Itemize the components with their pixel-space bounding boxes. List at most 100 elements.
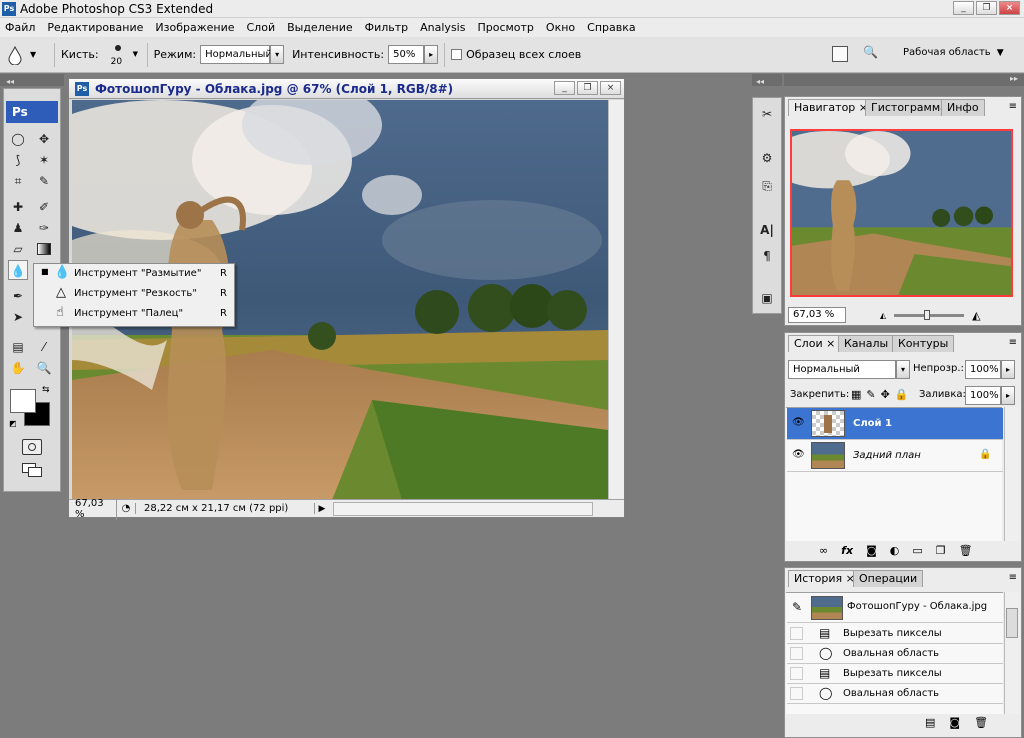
eye-icon[interactable]: 👁 <box>792 417 806 428</box>
history-state[interactable]: ◯ Овальная область <box>787 644 1003 664</box>
zoom-slider[interactable] <box>894 309 965 320</box>
history-source-box[interactable] <box>790 667 803 680</box>
lasso-icon[interactable]: ⟆ <box>8 150 28 170</box>
history-brush-source-icon[interactable]: ✎ <box>792 600 802 614</box>
quick-mask-icon[interactable] <box>22 439 42 455</box>
swap-colors-icon[interactable]: ⇆ <box>42 385 50 395</box>
tab-navigator[interactable]: Навигатор × <box>788 99 875 116</box>
screen-mode-icon[interactable] <box>22 463 44 479</box>
trash-icon[interactable]: 🗑 <box>959 544 973 557</box>
workspace-menu[interactable]: Рабочая область ▼ <box>903 47 1004 58</box>
restore-icon[interactable]: ❐ <box>577 81 598 95</box>
layer-mask-icon[interactable]: ◙ <box>866 544 877 557</box>
link-layers-icon[interactable]: ∞ <box>819 544 828 557</box>
navigator-zoom-input[interactable]: 67,03 % <box>788 307 846 323</box>
opacity-input[interactable]: 100% ▸ <box>965 360 1015 379</box>
menu-file[interactable]: Файл <box>5 21 35 34</box>
intensity-input[interactable]: 50% ▸ <box>388 45 439 64</box>
bridge-icon[interactable]: 🔍 <box>863 45 885 63</box>
brushes-icon[interactable]: ⚙ <box>757 148 777 168</box>
zoom-readout[interactable]: 67,03 % <box>69 497 117 520</box>
document-title-bar[interactable]: Ps ФотошопГуру - Облака.jpg @ 67% (Слой … <box>69 79 624 99</box>
path-selection-icon[interactable]: ➤ <box>8 307 28 327</box>
history-state[interactable]: ▤ Вырезать пикселы <box>787 664 1003 684</box>
flyout-item-sharpen[interactable]: △ Инструмент "Резкость" R <box>34 284 234 303</box>
healing-brush-icon[interactable]: ✚ <box>8 197 28 217</box>
history-source-box[interactable] <box>790 627 803 640</box>
zoom-in-icon[interactable]: ◭ <box>972 309 980 322</box>
snapshot-camera-icon[interactable]: ◙ <box>949 716 960 729</box>
minimize-icon[interactable]: _ <box>554 81 575 95</box>
gradient-icon[interactable] <box>34 239 54 259</box>
status-menu-icon[interactable]: ◔ <box>117 503 135 514</box>
move-tool-icon[interactable]: ✥ <box>34 129 54 149</box>
eye-icon[interactable]: 👁 <box>792 449 806 460</box>
adjustment-layer-icon[interactable]: ◐ <box>890 544 900 557</box>
eraser-icon[interactable]: ▱ <box>8 239 28 259</box>
new-layer-icon[interactable]: ❐ <box>936 544 946 557</box>
slice-icon[interactable]: ✎ <box>34 171 54 191</box>
menu-filter[interactable]: Фильтр <box>365 21 409 34</box>
panel-menu-icon[interactable]: ≡ <box>1009 101 1017 112</box>
crop-icon[interactable]: ⌗ <box>8 171 28 191</box>
tab-actions[interactable]: Операции <box>853 570 924 587</box>
eyedropper-icon[interactable]: ⁄ <box>34 337 54 357</box>
brush-picker[interactable]: 20 ▼ <box>103 40 141 70</box>
mode-select[interactable]: Нормальный ▾ <box>200 45 285 64</box>
fx-icon[interactable]: fx <box>841 544 853 557</box>
panel-menu-icon[interactable]: ≡ <box>1009 337 1017 348</box>
vertical-scrollbar[interactable] <box>608 100 624 499</box>
close-tab-icon[interactable]: × <box>826 337 835 350</box>
zoom-icon[interactable]: 🔍 <box>34 358 54 378</box>
zoom-out-icon[interactable]: ◭ <box>880 311 886 320</box>
layer-comps-icon[interactable]: ▣ <box>757 288 777 308</box>
tool-preset-picker[interactable]: ▼ <box>6 45 48 65</box>
tab-channels[interactable]: Каналы <box>838 335 895 352</box>
brush-icon[interactable]: ✐ <box>34 197 54 217</box>
panel-menu-icon[interactable]: ≡ <box>1009 572 1017 583</box>
collapse-icon[interactable]: ◂◂ <box>6 77 14 86</box>
layer-row-selected[interactable]: 👁 Слой 1 <box>787 408 1003 440</box>
marquee-ellipse-icon[interactable]: ◯ <box>8 129 28 149</box>
history-source-box[interactable] <box>790 687 803 700</box>
menu-window[interactable]: Окно <box>546 21 575 34</box>
tab-paths[interactable]: Контуры <box>892 335 955 352</box>
horizontal-scrollbar[interactable] <box>333 501 593 516</box>
navigator-preview[interactable] <box>790 129 1013 297</box>
palette-well-icon[interactable] <box>832 46 848 62</box>
sample-all-layers-checkbox[interactable]: Образец всех слоев <box>451 48 581 61</box>
history-source-box[interactable] <box>790 647 803 660</box>
lock-image-icon[interactable]: ✎ <box>866 388 875 401</box>
menu-select[interactable]: Выделение <box>287 21 353 34</box>
notes-icon[interactable]: ▤ <box>8 337 28 357</box>
minimize-icon[interactable]: _ <box>953 1 974 15</box>
menu-help[interactable]: Справка <box>587 21 635 34</box>
menu-edit[interactable]: Редактирование <box>47 21 143 34</box>
tab-info[interactable]: Инфо <box>941 99 985 116</box>
tab-history[interactable]: История × <box>788 570 861 587</box>
blend-mode-select[interactable]: Нормальный ▾ <box>788 360 910 379</box>
layers-scrollbar[interactable] <box>1004 407 1020 541</box>
history-state[interactable]: ◯ Овальная область <box>787 684 1003 704</box>
menu-analysis[interactable]: Analysis <box>420 21 465 34</box>
menu-layer[interactable]: Слой <box>247 21 276 34</box>
lock-transparency-icon[interactable]: ▦ <box>851 388 861 401</box>
character-icon[interactable]: A| <box>757 220 777 240</box>
foreground-color-swatch-top[interactable] <box>10 389 36 413</box>
flyout-item-blur[interactable]: ■ 💧 Инструмент "Размытие" R <box>34 264 234 283</box>
lock-position-icon[interactable]: ✥ <box>881 388 890 401</box>
fill-input[interactable]: 100% ▸ <box>965 386 1015 405</box>
tab-histogram[interactable]: Гистограмма <box>865 99 953 116</box>
close-icon[interactable]: × <box>999 1 1020 15</box>
blur-tool-icon[interactable]: 💧 <box>8 260 28 280</box>
flyout-item-smudge[interactable]: ☝ Инструмент "Палец" R <box>34 304 234 323</box>
layer-row[interactable]: 👁 Задний план 🔒 <box>787 440 1003 472</box>
hand-icon[interactable]: ✋ <box>8 358 28 378</box>
tools-preset-icon[interactable]: ✂ <box>757 104 777 124</box>
restore-icon[interactable]: ❐ <box>976 1 997 15</box>
default-colors-icon[interactable]: ◩ <box>9 419 17 428</box>
trash-icon[interactable]: 🗑 <box>974 716 988 729</box>
history-snapshot[interactable]: ✎ ФотошопГуру - Облака.jpg <box>787 593 1003 623</box>
clone-stamp-icon[interactable]: ♟ <box>8 218 28 238</box>
lock-all-icon[interactable]: 🔒 <box>895 388 909 401</box>
